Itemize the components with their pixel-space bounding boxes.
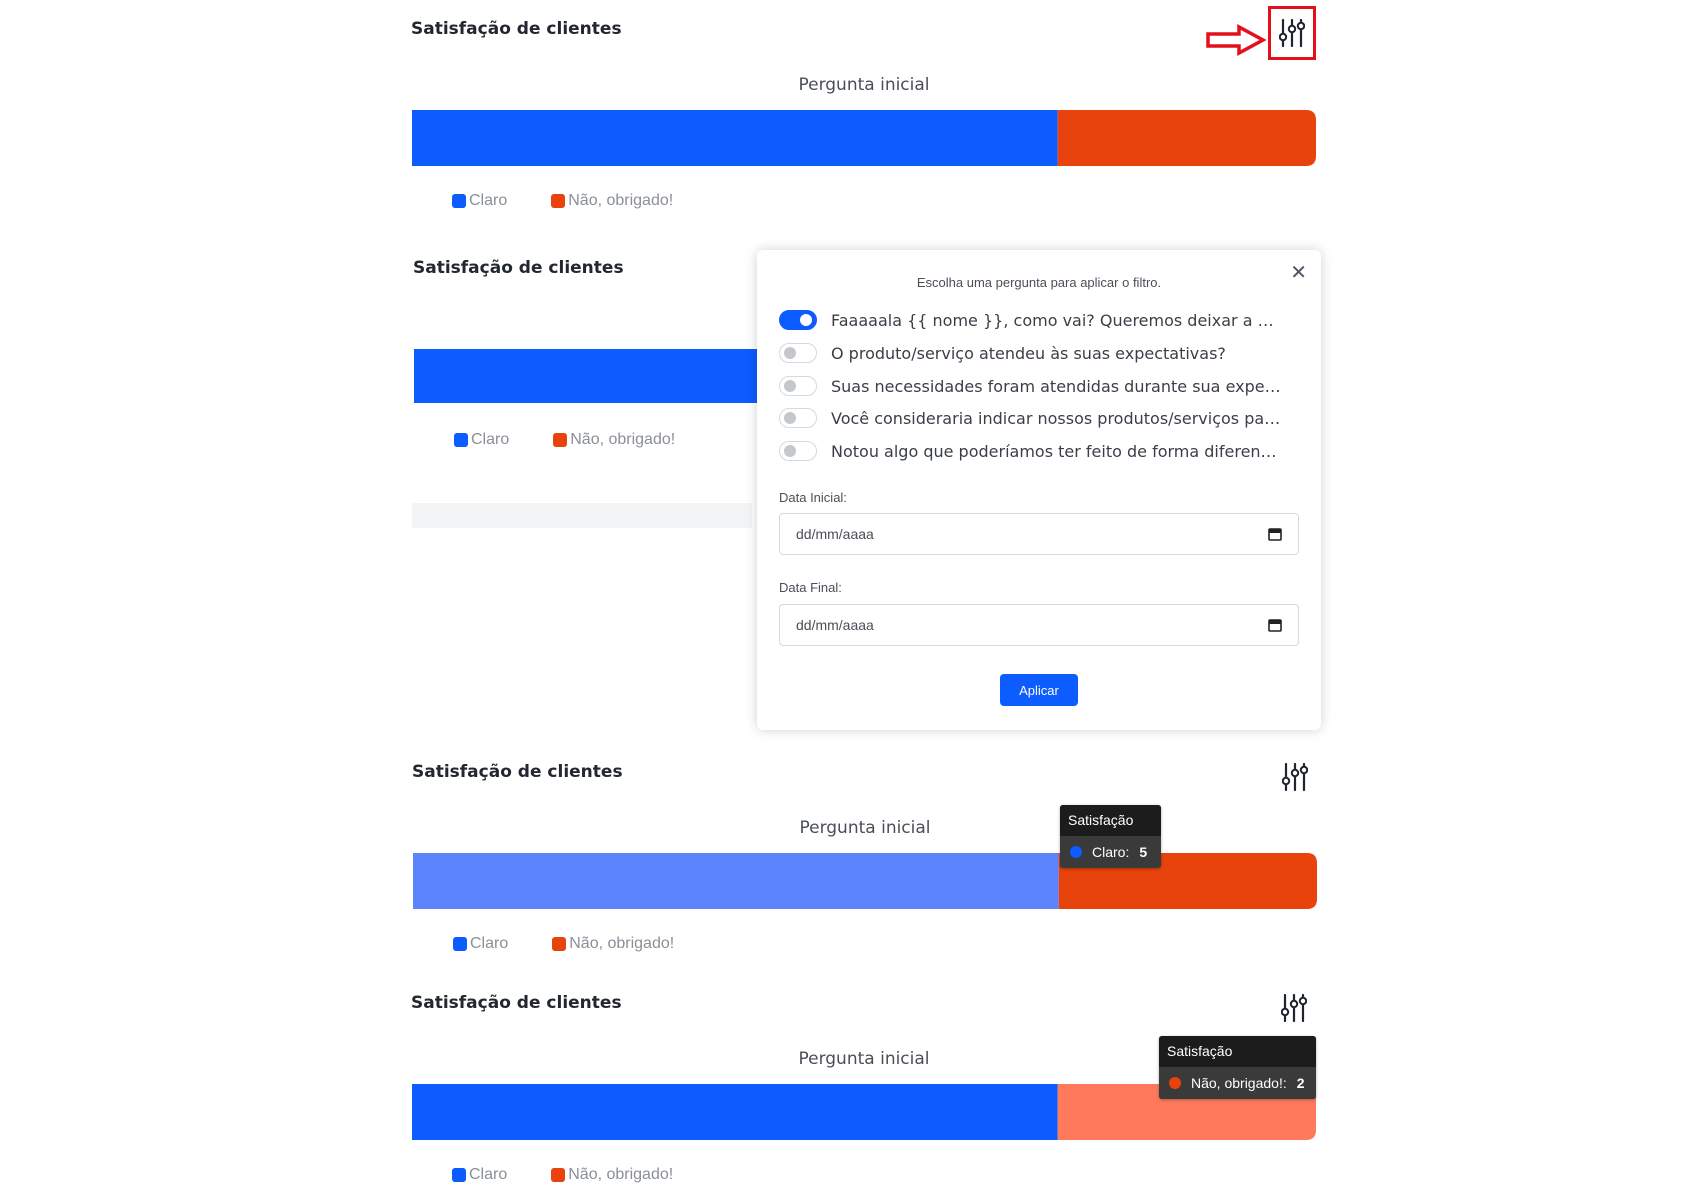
legend-swatch (452, 1168, 466, 1182)
apply-button[interactable]: Aplicar (1000, 674, 1078, 706)
tooltip-title: Satisfação (1060, 805, 1161, 836)
chart-subtitle: Pergunta inicial (798, 1049, 930, 1069)
bar-segment-claro[interactable] (412, 1084, 1058, 1140)
start-date-field[interactable]: dd/mm/aaaa (779, 513, 1299, 555)
question-label: Notou algo que poderíamos ter feito de f… (831, 441, 1281, 461)
bar-segment-claro (414, 349, 758, 403)
bar-segment-nao[interactable] (1057, 110, 1316, 166)
legend-item-nao[interactable]: Não, obrigado! (551, 192, 673, 210)
tooltip-dot (1070, 846, 1082, 858)
question-label: Suas necessidades foram atendidas durant… (831, 376, 1281, 396)
legend-label: Claro (470, 935, 509, 952)
legend-swatch (551, 1168, 566, 1182)
legend-item-nao[interactable]: Não, obrigado! (551, 1166, 673, 1184)
legend-label: Não, obrigado! (568, 1166, 674, 1183)
legend-item-nao[interactable]: Não, obrigado! (552, 935, 674, 953)
tooltip-row: Claro: 5 (1060, 836, 1161, 868)
sliders-icon (1282, 762, 1308, 792)
question-label: O produto/serviço atendeu às suas expect… (831, 343, 1226, 363)
filter-button[interactable] (1277, 991, 1311, 1025)
legend: Claro Não, obrigado! (454, 431, 675, 449)
stacked-bar-chart-partial (414, 349, 758, 403)
sliders-icon (1279, 18, 1305, 48)
legend-swatch (454, 433, 468, 447)
right-arrow-icon (1206, 24, 1267, 56)
start-date-placeholder: dd/mm/aaaa (796, 526, 874, 542)
end-date-placeholder: dd/mm/aaaa (796, 617, 874, 633)
question-row[interactable]: Você consideraria indicar nossos produto… (779, 408, 1299, 428)
filter-modal: ✕ Escolha uma pergunta para aplicar o fi… (757, 250, 1321, 730)
chart-subtitle: Pergunta inicial (799, 818, 931, 838)
start-date-label: Data Inicial: (779, 490, 847, 505)
tooltip-dot (1169, 1077, 1181, 1089)
tooltip-value: 5 (1139, 844, 1148, 860)
question-toggle[interactable] (779, 310, 817, 330)
stacked-bar-chart (413, 853, 1317, 909)
legend-label: Não, obrigado! (569, 935, 675, 952)
filter-button[interactable] (1268, 6, 1316, 60)
tooltip-label: Não, obrigado!: (1191, 1075, 1287, 1091)
sliders-icon (1281, 993, 1307, 1023)
modal-instruction: Escolha uma pergunta para aplicar o filt… (916, 275, 1162, 290)
chart-tooltip: Satisfação Claro: 5 (1060, 805, 1161, 868)
legend: Claro Não, obrigado! (453, 935, 674, 953)
legend-label: Claro (471, 431, 510, 448)
legend-item-claro[interactable]: Claro (453, 935, 508, 953)
legend: Claro Não, obrigado! (452, 192, 673, 210)
legend-label: Claro (469, 1166, 508, 1183)
legend-item-claro[interactable]: Claro (452, 1166, 507, 1184)
question-toggle[interactable] (779, 343, 817, 363)
chart-tooltip: Satisfação Não, obrigado!: 2 (1159, 1036, 1316, 1099)
legend-label: Claro (469, 192, 508, 209)
bar-segment-claro[interactable] (412, 110, 1058, 166)
calendar-icon[interactable] (1268, 527, 1282, 541)
question-row[interactable]: O produto/serviço atendeu às suas expect… (779, 343, 1299, 363)
question-row[interactable]: Notou algo que poderíamos ter feito de f… (779, 441, 1299, 461)
legend-item-nao[interactable]: Não, obrigado! (553, 431, 675, 449)
legend-swatch (551, 194, 566, 208)
bar-segment-claro[interactable] (413, 853, 1059, 909)
filter-button[interactable] (1278, 760, 1312, 794)
tooltip-title: Satisfação (1159, 1036, 1316, 1067)
legend-swatch (553, 433, 568, 447)
panel-title: Satisfação de clientes (413, 258, 624, 278)
tooltip-value: 2 (1296, 1075, 1305, 1091)
legend-swatch (552, 937, 567, 951)
question-row[interactable]: Faaaaala {{ nome }}, como vai? Queremos … (779, 310, 1299, 330)
end-date-label: Data Final: (779, 580, 842, 595)
tooltip-row: Não, obrigado!: 2 (1159, 1067, 1316, 1099)
question-row[interactable]: Suas necessidades foram atendidas durant… (779, 376, 1299, 396)
calendar-icon[interactable] (1268, 618, 1282, 632)
tooltip-label: Claro: (1092, 844, 1130, 860)
question-toggle[interactable] (779, 408, 817, 428)
legend-swatch (452, 194, 466, 208)
stacked-bar-chart (412, 110, 1316, 166)
chart-subtitle: Pergunta inicial (798, 75, 930, 95)
legend-label: Não, obrigado! (570, 431, 676, 448)
question-label: Você consideraria indicar nossos produto… (831, 408, 1281, 428)
panel-title: Satisfação de clientes (412, 762, 623, 782)
legend: Claro Não, obrigado! (452, 1166, 673, 1184)
legend-item-claro[interactable]: Claro (454, 431, 509, 449)
question-toggle[interactable] (779, 441, 817, 461)
question-label: Faaaaala {{ nome }}, como vai? Queremos … (831, 310, 1281, 330)
panel-title: Satisfação de clientes (411, 19, 622, 39)
legend-label: Não, obrigado! (568, 192, 674, 209)
panel-title: Satisfação de clientes (411, 993, 622, 1013)
question-toggle[interactable] (779, 376, 817, 396)
end-date-field[interactable]: dd/mm/aaaa (779, 604, 1299, 646)
panel-shadow (412, 503, 752, 528)
legend-swatch (453, 937, 467, 951)
legend-item-claro[interactable]: Claro (452, 192, 507, 210)
